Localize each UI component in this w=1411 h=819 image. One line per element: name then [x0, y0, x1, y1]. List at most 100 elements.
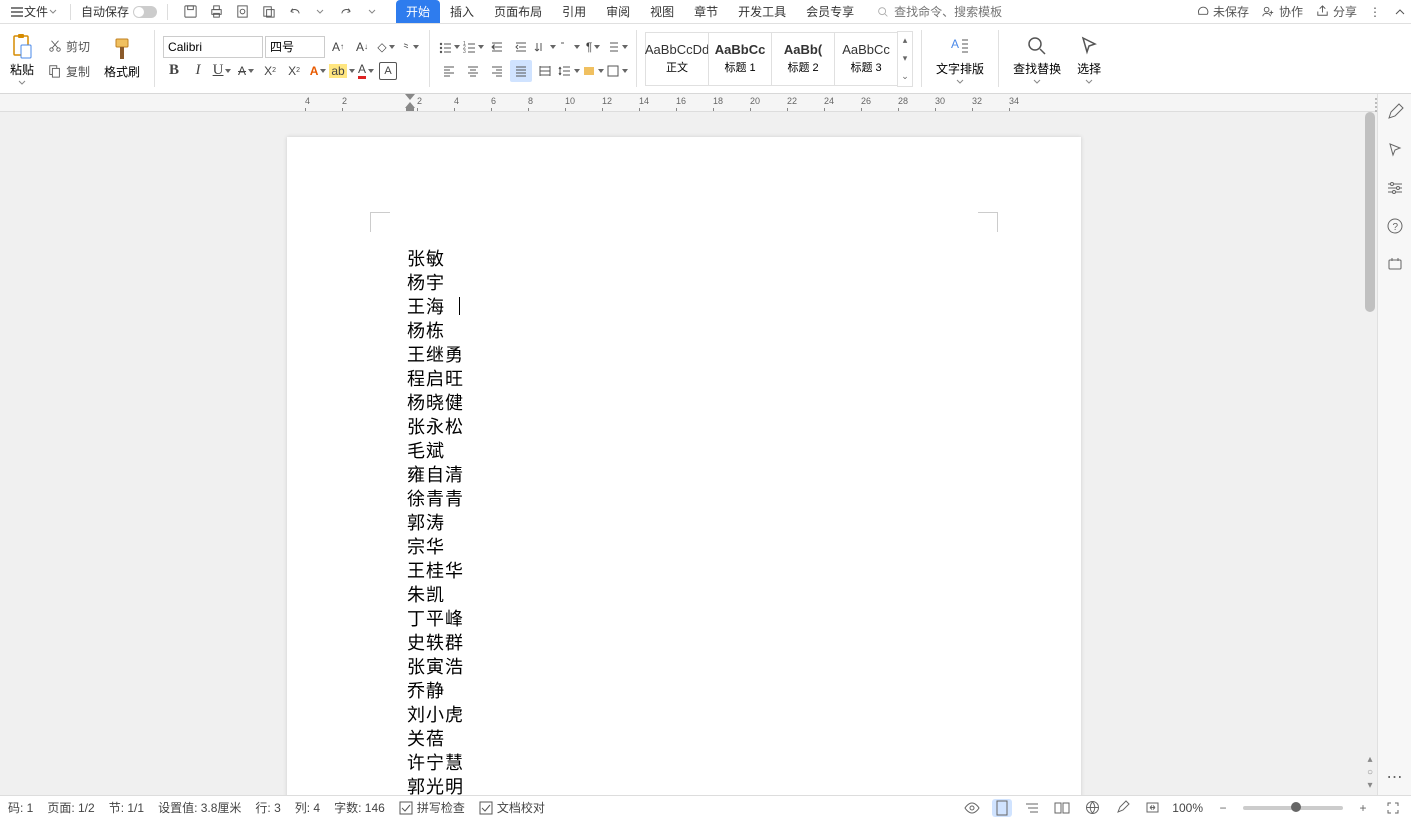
- undo-dropdown-icon[interactable]: [312, 4, 328, 20]
- col-info[interactable]: 列: 4: [295, 799, 320, 816]
- panel-handle-icon[interactable]: [1375, 98, 1381, 128]
- line-spacing-icon[interactable]: [558, 60, 580, 82]
- save-icon[interactable]: [182, 4, 198, 20]
- align-center-icon[interactable]: [462, 60, 484, 82]
- sort-icon[interactable]: [558, 36, 580, 58]
- text-line[interactable]: 王海: [407, 295, 464, 319]
- align-right-icon[interactable]: [486, 60, 508, 82]
- style-expand-icon[interactable]: ⌄: [898, 68, 912, 86]
- italic-icon[interactable]: I: [187, 60, 209, 82]
- paste-icon[interactable]: [260, 4, 276, 20]
- text-line[interactable]: 宗华: [407, 535, 464, 559]
- document-content[interactable]: 张敏杨宇王海杨栋王继勇程启旺杨晓健张永松毛斌雍自清徐青青郭涛宗华王桂华朱凯丁平峰…: [407, 247, 464, 795]
- tab-review[interactable]: 审阅: [596, 0, 640, 23]
- superscript-icon[interactable]: X2: [259, 60, 281, 82]
- align-left-icon[interactable]: [438, 60, 460, 82]
- indent-marker[interactable]: [405, 94, 415, 112]
- fit-width-icon[interactable]: [1142, 799, 1162, 817]
- clear-format-icon[interactable]: ◇: [375, 36, 397, 58]
- align-justify-icon[interactable]: [510, 60, 532, 82]
- spellcheck-button[interactable]: 拼写检查: [399, 799, 465, 816]
- page[interactable]: 张敏杨宇王海杨栋王继勇程启旺杨晓健张永松毛斌雍自清徐青青郭涛宗华王桂华朱凯丁平峰…: [287, 137, 1081, 795]
- prev-page-icon[interactable]: ▴: [1367, 754, 1372, 765]
- text-line[interactable]: 雍自清: [407, 463, 464, 487]
- tab-page-layout[interactable]: 页面布局: [484, 0, 552, 23]
- text-line[interactable]: 张永松: [407, 415, 464, 439]
- decrease-indent-icon[interactable]: [486, 36, 508, 58]
- tab-reference[interactable]: 引用: [552, 0, 596, 23]
- autosave-toggle[interactable]: 自动保存: [77, 3, 161, 20]
- increase-indent-icon[interactable]: [510, 36, 532, 58]
- zoom-level[interactable]: 100%: [1172, 801, 1203, 815]
- bold-icon[interactable]: B: [163, 60, 185, 82]
- text-line[interactable]: 张敏: [407, 247, 464, 271]
- bullets-icon[interactable]: [438, 36, 460, 58]
- outline-view-icon[interactable]: [1022, 799, 1042, 817]
- more-icon[interactable]: ⋯: [1387, 767, 1403, 787]
- grow-font-icon[interactable]: A↑: [327, 36, 349, 58]
- shading-icon[interactable]: [582, 60, 604, 82]
- style-body[interactable]: AaBbCcDd正文: [645, 32, 709, 86]
- text-line[interactable]: 毛斌: [407, 439, 464, 463]
- style-heading2[interactable]: AaBb(标题 2: [771, 32, 835, 86]
- shrink-font-icon[interactable]: A↓: [351, 36, 373, 58]
- fullscreen-icon[interactable]: [1383, 799, 1403, 817]
- align-distribute-icon[interactable]: [534, 60, 556, 82]
- zoom-slider[interactable]: [1243, 806, 1343, 810]
- format-painter-button[interactable]: 格式刷: [98, 35, 146, 82]
- tab-developer[interactable]: 开发工具: [728, 0, 796, 23]
- web-view-icon[interactable]: [1082, 799, 1102, 817]
- row-info[interactable]: 行: 3: [255, 799, 280, 816]
- cut-button[interactable]: 剪切: [44, 36, 94, 57]
- reading-view-icon[interactable]: [1052, 799, 1072, 817]
- numbering-icon[interactable]: 123: [462, 36, 484, 58]
- scrollbar-thumb[interactable]: [1365, 112, 1375, 312]
- tab-start[interactable]: 开始: [396, 0, 440, 23]
- text-effects-icon[interactable]: A: [307, 60, 329, 82]
- style-up-icon[interactable]: ▴: [898, 32, 912, 50]
- style-down-icon[interactable]: ▾: [898, 50, 912, 68]
- page-info[interactable]: 页面: 1/2: [47, 799, 94, 816]
- strikethrough-icon[interactable]: A: [235, 60, 257, 82]
- share-button[interactable]: 分享: [1315, 3, 1357, 20]
- page-view-icon[interactable]: [992, 799, 1012, 817]
- text-layout-button[interactable]: A 文字排版: [930, 32, 990, 86]
- print-preview-icon[interactable]: [234, 4, 250, 20]
- zoom-in-icon[interactable]: +: [1353, 799, 1373, 817]
- text-line[interactable]: 杨晓健: [407, 391, 464, 415]
- text-line[interactable]: 郭光明: [407, 775, 464, 795]
- text-line[interactable]: 史轶群: [407, 631, 464, 655]
- text-line[interactable]: 朱凯: [407, 583, 464, 607]
- text-line[interactable]: 王桂华: [407, 559, 464, 583]
- edit-mode-icon[interactable]: [1112, 799, 1132, 817]
- text-line[interactable]: 乔静: [407, 679, 464, 703]
- text-line[interactable]: 程启旺: [407, 367, 464, 391]
- underline-icon[interactable]: U: [211, 60, 233, 82]
- font-color-icon[interactable]: A: [355, 60, 377, 82]
- line-spacing-dd-icon[interactable]: [606, 36, 628, 58]
- cursor-icon[interactable]: [1385, 140, 1405, 160]
- redo-dropdown-icon[interactable]: [364, 4, 380, 20]
- settings-slider-icon[interactable]: [1385, 178, 1405, 198]
- text-line[interactable]: 王继勇: [407, 343, 464, 367]
- component-icon[interactable]: [1385, 254, 1405, 274]
- pen-icon[interactable]: [1385, 102, 1405, 122]
- collapse-ribbon-icon[interactable]: [1393, 5, 1407, 19]
- font-size-input[interactable]: [265, 36, 325, 58]
- tab-chapter[interactable]: 章节: [684, 0, 728, 23]
- browse-object-icon[interactable]: ○: [1367, 767, 1373, 778]
- text-line[interactable]: 杨宇: [407, 271, 464, 295]
- undo-icon[interactable]: [286, 4, 302, 20]
- collab-button[interactable]: 协作: [1261, 3, 1303, 20]
- paragraph-mark-icon[interactable]: ¶: [582, 36, 604, 58]
- highlight-icon[interactable]: ab: [331, 60, 353, 82]
- subscript-icon[interactable]: X2: [283, 60, 305, 82]
- font-name-input[interactable]: [163, 36, 263, 58]
- redo-icon[interactable]: [338, 4, 354, 20]
- text-line[interactable]: 许宁慧: [407, 751, 464, 775]
- find-replace-button[interactable]: 查找替换: [1007, 32, 1067, 86]
- tab-insert[interactable]: 插入: [440, 0, 484, 23]
- paste-button[interactable]: 粘贴: [4, 31, 40, 87]
- ruler[interactable]: 42246810121416182022242628303234: [0, 94, 1411, 112]
- text-line[interactable]: 杨栋: [407, 319, 464, 343]
